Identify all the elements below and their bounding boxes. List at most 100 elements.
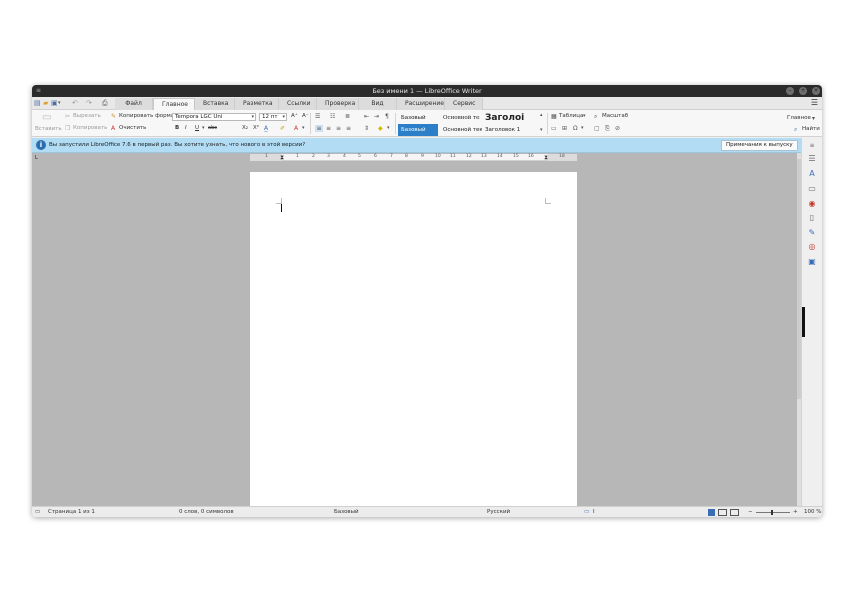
right-indent-marker-icon[interactable]: ⧗ (544, 154, 548, 161)
style-inspector-icon[interactable]: ✎ (807, 228, 817, 238)
close-button[interactable]: × (812, 87, 820, 95)
navigator-icon[interactable]: ◉ (807, 199, 817, 209)
increase-indent-icon[interactable]: ⇥ (374, 113, 379, 120)
word-count[interactable]: 0 слов, 0 символов (179, 509, 234, 516)
page-style[interactable]: Базовый (334, 509, 359, 516)
selection-mode-icon[interactable]: ▭ (584, 509, 589, 516)
main-dropdown[interactable]: Главное (787, 115, 811, 122)
style-base-preview[interactable]: Базовый (398, 112, 438, 124)
manage-changes-icon[interactable]: ◎ (807, 242, 817, 252)
tab-insert[interactable]: Вставка (195, 98, 235, 110)
indent-marker-icon[interactable]: ⧗ (280, 154, 284, 161)
align-right-icon[interactable]: ≡ (336, 125, 341, 132)
release-notes-button[interactable]: Примечания к выпуску (721, 140, 798, 151)
clone-format-button[interactable]: Копировать формат (119, 113, 177, 120)
language[interactable]: Русский (487, 509, 510, 516)
cut-icon[interactable]: ✂ (65, 113, 70, 120)
zoom-slider-knob[interactable] (771, 510, 773, 515)
zoom-in-icon[interactable]: + (793, 509, 798, 516)
italic-button[interactable]: I (185, 125, 187, 132)
style-base-selected[interactable]: Базовый (398, 124, 438, 136)
font-size-field[interactable]: 12 пт ▾ (259, 113, 287, 121)
clear-format-icon[interactable]: A (111, 125, 115, 132)
horizontal-ruler[interactable]: 1 ⧗ 1 2 3 4 5 6 7 8 9 10 11 12 13 14 15 … (250, 154, 577, 161)
hamburger-menu-icon[interactable]: ☰ (811, 99, 818, 107)
styles-scroll-down-icon[interactable]: ▾ (540, 127, 543, 134)
tab-references[interactable]: Ссылки (279, 98, 317, 110)
sidebar-resize-handle[interactable] (802, 307, 805, 337)
paste-button[interactable]: Вставить (35, 126, 62, 133)
document-page[interactable] (250, 172, 577, 506)
page-layout-icon[interactable]: ▭ (35, 509, 40, 516)
clear-format-button[interactable]: Очистить (119, 125, 146, 132)
style-body-text[interactable]: Основной текст (440, 124, 482, 136)
track-changes-icon[interactable]: ⎘ (605, 125, 610, 132)
font-name-field[interactable]: Tempora LGC Uni ▾ (172, 113, 256, 121)
zoom-level[interactable]: 100 % (804, 509, 821, 516)
tab-file[interactable]: Файл (115, 98, 153, 110)
character-spacing-icon[interactable]: A̲ (264, 125, 268, 132)
cut-button[interactable]: Вырезать (73, 113, 101, 120)
clone-format-icon[interactable]: ✎ (111, 113, 116, 120)
tab-review[interactable]: Проверка (317, 98, 359, 110)
gallery-icon[interactable]: ▭ (807, 184, 817, 194)
minimize-button[interactable]: – (786, 87, 794, 95)
paragraph-background-icon[interactable]: ◆ (378, 125, 383, 132)
style-heading1[interactable]: Заголовок 1 (482, 124, 538, 136)
save-icon[interactable]: ▣ (51, 99, 58, 107)
navigator-icon[interactable]: ⊘ (615, 125, 620, 132)
tab-view[interactable]: Вид (359, 98, 397, 110)
style-heading-preview[interactable]: Заголоі (482, 112, 538, 124)
chart-icon[interactable]: ⊞ (562, 125, 567, 132)
formatting-marks-icon[interactable]: ¶ (385, 113, 389, 120)
copy-button[interactable]: Копировать (73, 125, 107, 132)
tab-tools[interactable]: Сервис (445, 98, 483, 110)
tab-stop-icon[interactable]: L (35, 155, 38, 161)
decrease-indent-icon[interactable]: ⇤ (364, 113, 369, 120)
page-icon[interactable]: ▯ (807, 213, 817, 223)
page-count[interactable]: Страница 1 из 1 (48, 509, 95, 516)
table-button[interactable]: Таблица (559, 113, 583, 120)
print-icon[interactable]: ⎙ (102, 99, 108, 107)
subscript-button[interactable]: X₂ (242, 125, 248, 132)
sidebar-menu-icon[interactable]: ≡ (807, 141, 817, 151)
table-icon[interactable]: ▦ (551, 113, 557, 120)
grow-font-button[interactable]: A⁺ (291, 113, 298, 120)
outline-list-icon[interactable]: ≣ (345, 113, 350, 120)
bullet-list-icon[interactable]: ☰ (315, 113, 320, 120)
chevron-down-icon[interactable]: ▾ (302, 125, 305, 132)
find-button[interactable]: Найти (802, 126, 820, 133)
paste-icon[interactable]: ▭ (42, 113, 51, 123)
justify-icon[interactable]: ≡ (346, 125, 351, 132)
special-character-icon[interactable]: Ω (573, 125, 578, 132)
line-spacing-icon[interactable]: ⇕ (364, 125, 369, 132)
zoom-icon[interactable]: ⌕ (594, 113, 597, 120)
styles-icon[interactable]: A (807, 169, 817, 179)
document-area[interactable]: L 1 ⧗ 1 2 3 4 5 6 7 8 9 10 11 12 13 14 1… (32, 153, 797, 506)
open-folder-icon[interactable]: ▰ (43, 99, 48, 107)
design-icon[interactable]: ▣ (807, 257, 817, 267)
chevron-down-icon[interactable]: ▾ (583, 113, 586, 120)
insert-mode-icon[interactable]: I (593, 509, 595, 516)
undo-icon[interactable]: ↶ (72, 99, 78, 107)
chevron-down-icon[interactable]: ▾ (202, 125, 205, 132)
chevron-down-icon[interactable]: ▾ (812, 115, 815, 122)
zoom-out-icon[interactable]: − (748, 509, 753, 516)
numbered-list-icon[interactable]: ☷ (330, 113, 335, 120)
tab-extension[interactable]: Расширение (397, 98, 445, 110)
underline-button[interactable]: U (195, 125, 199, 132)
new-document-icon[interactable]: ▤ (34, 99, 41, 107)
redo-icon[interactable]: ↷ (86, 99, 92, 107)
save-dropdown-icon[interactable]: ▾ (58, 99, 61, 107)
tab-layout[interactable]: Разметка (235, 98, 279, 110)
chevron-down-icon[interactable]: ▾ (581, 125, 584, 132)
properties-icon[interactable]: ☰ (807, 154, 817, 164)
maximize-button[interactable]: + (799, 87, 807, 95)
zoom-slider[interactable] (756, 512, 790, 513)
copy-icon[interactable]: ❐ (65, 125, 70, 132)
shrink-font-button[interactable]: A⁻ (302, 113, 309, 120)
multi-page-view-icon[interactable] (718, 509, 727, 516)
align-center-icon[interactable]: ≡ (326, 125, 331, 132)
comment-icon[interactable]: ▢ (594, 125, 600, 132)
chevron-down-icon[interactable]: ▾ (387, 125, 390, 132)
